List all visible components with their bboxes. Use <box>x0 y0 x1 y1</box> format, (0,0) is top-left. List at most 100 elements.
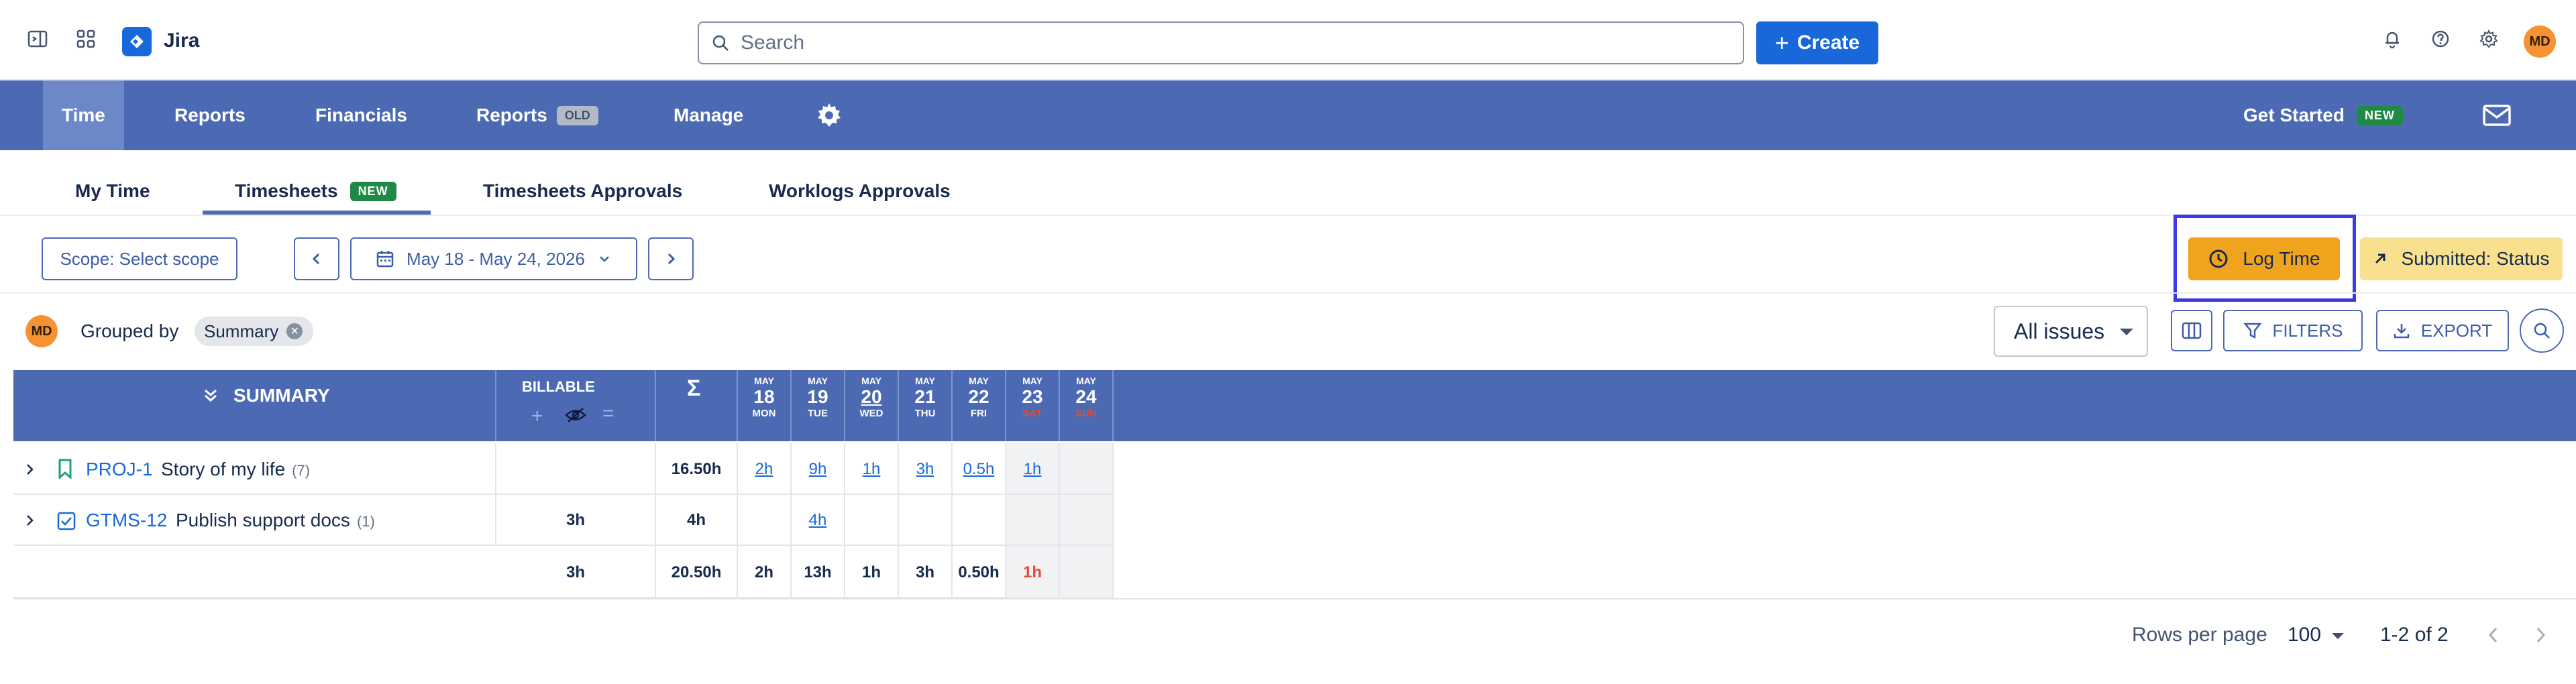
get-started-link[interactable]: Get Started NEW <box>2243 80 2403 150</box>
filter-icon <box>2243 323 2262 339</box>
calendar-icon <box>376 251 394 268</box>
submitted-status-button[interactable]: Submitted: Status <box>2360 237 2563 280</box>
tab-timesheets[interactable]: Timesheets NEW <box>235 168 396 215</box>
day-header-tue: MAY 19 TUE <box>791 374 845 439</box>
date-range-picker[interactable]: May 18 - May 24, 2026 <box>350 237 637 280</box>
top-bar: Jira + Create MD <box>0 0 2576 80</box>
group-chip-summary[interactable]: Summary ✕ <box>195 317 314 346</box>
columns-button[interactable] <box>2171 310 2212 351</box>
day-number: 23 <box>1022 386 1043 407</box>
nav-reports-old[interactable]: Reports OLD <box>476 80 598 150</box>
tab-worklogs-approvals[interactable]: Worklogs Approvals <box>769 168 951 215</box>
remove-chip-icon[interactable]: ✕ <box>286 323 303 339</box>
day-total: 2h <box>754 563 773 581</box>
rows-per-page-select[interactable]: 100 <box>2288 624 2321 646</box>
create-button[interactable]: + Create <box>1756 21 1878 64</box>
export-button[interactable]: EXPORT <box>2376 310 2509 351</box>
pagination-range: 1-2 of 2 <box>2380 624 2449 646</box>
total-column-header[interactable]: Σ <box>687 376 700 402</box>
export-label: EXPORT <box>2420 320 2493 341</box>
previous-page-icon[interactable] <box>2486 625 2501 650</box>
day-cell[interactable]: 2h <box>737 460 791 479</box>
notifications-bell-icon[interactable] <box>2379 25 2406 52</box>
nav-reports[interactable]: Reports <box>174 80 246 150</box>
row-total: 4h <box>686 511 706 529</box>
expand-row-chevron-icon[interactable] <box>21 461 38 477</box>
worklog-count: (7) <box>292 462 311 479</box>
rows-per-page-label: Rows per page <box>2132 624 2267 646</box>
chevron-right-icon <box>667 253 676 265</box>
user-avatar[interactable]: MD <box>2524 25 2556 58</box>
day-cell[interactable]: 1h <box>1006 460 1059 479</box>
issue-key-link[interactable]: GTMS-12 <box>86 510 167 531</box>
toolbar-divider <box>0 292 2576 294</box>
scope-select-button[interactable]: Scope: Select scope <box>42 237 237 280</box>
day-month: MAY <box>861 376 881 386</box>
day-cell[interactable]: 1h <box>845 460 898 479</box>
previous-week-button[interactable] <box>294 237 339 280</box>
next-week-button[interactable] <box>648 237 694 280</box>
day-header-thu: MAY 21 THU <box>898 374 952 439</box>
weekend-shading <box>1060 443 1114 598</box>
day-number: 19 <box>807 386 828 407</box>
table-search-button[interactable] <box>2520 308 2564 353</box>
issues-select[interactable]: All issues <box>1994 306 2148 357</box>
column-divider <box>655 443 656 597</box>
table-footer-divider <box>13 598 2576 600</box>
day-number: 24 <box>1075 386 1097 407</box>
day-cell[interactable]: 3h <box>898 460 952 479</box>
billable-column-header[interactable]: BILLABLE <box>522 378 595 396</box>
nav-financials[interactable]: Financials <box>315 80 407 150</box>
columns-icon <box>2182 322 2202 339</box>
nav-settings-gear-icon[interactable] <box>814 80 844 150</box>
jira-logo-icon[interactable] <box>122 27 152 56</box>
plus-icon: + <box>1774 29 1789 56</box>
tab-my-time[interactable]: My Time <box>75 168 150 215</box>
day-cell[interactable]: 4h <box>791 511 845 530</box>
day-weekday: SUN <box>1075 408 1097 419</box>
day-weekday: SAT <box>1022 408 1042 419</box>
day-total: 0.50h <box>958 563 1000 581</box>
day-month: MAY <box>1076 376 1096 386</box>
day-cell[interactable]: 0.5h <box>952 460 1006 479</box>
sidebar-toggle-icon[interactable] <box>24 25 51 52</box>
filters-button[interactable]: FILTERS <box>2223 310 2363 351</box>
row-billable: 3h <box>566 511 585 529</box>
clock-icon <box>2209 249 2228 268</box>
caret-down-icon[interactable] <box>2332 633 2344 639</box>
expand-row-chevron-icon[interactable] <box>21 512 38 528</box>
equals-icon[interactable]: = <box>602 402 614 425</box>
nav-manage[interactable]: Manage <box>674 80 743 150</box>
issue-key-link[interactable]: PROJ-1 <box>86 459 153 480</box>
app-switcher-icon[interactable] <box>72 25 99 52</box>
add-column-icon[interactable]: + <box>531 405 543 428</box>
mail-icon[interactable] <box>2482 80 2512 150</box>
settings-gear-icon[interactable] <box>2475 25 2502 52</box>
search-box[interactable] <box>698 21 1744 64</box>
nav-reports-old-label: Reports <box>476 105 547 125</box>
log-time-button[interactable]: Log Time <box>2188 237 2340 280</box>
date-range-label: May 18 - May 24, 2026 <box>407 248 585 269</box>
day-header-sun: MAY 24 SUN <box>1059 374 1113 439</box>
day-weekday: TUE <box>808 408 828 419</box>
search-input[interactable] <box>741 32 1680 54</box>
summary-column-header[interactable]: SUMMARY <box>201 385 330 406</box>
issue-summary: Publish support docs (1) <box>176 510 375 531</box>
nav-time[interactable]: Time <box>43 80 124 150</box>
issue-title: Story of my life <box>161 459 286 479</box>
brand-name[interactable]: Jira <box>164 30 199 52</box>
day-cell[interactable]: 9h <box>791 460 845 479</box>
help-icon[interactable] <box>2427 25 2454 52</box>
hide-billable-icon[interactable] <box>565 406 586 427</box>
day-weekday: FRI <box>970 408 987 419</box>
header-separator <box>495 370 496 441</box>
create-label: Create <box>1796 32 1860 54</box>
grand-total: 20.50h <box>671 563 722 581</box>
day-total-weekend: 1h <box>1022 563 1042 581</box>
collapse-all-icon[interactable] <box>201 386 220 405</box>
next-page-icon[interactable] <box>2533 625 2548 650</box>
day-number: 18 <box>753 386 775 407</box>
grouped-user-avatar[interactable]: MD <box>25 315 58 347</box>
tab-timesheets-approvals[interactable]: Timesheets Approvals <box>483 168 682 215</box>
row-divider <box>13 494 1114 495</box>
